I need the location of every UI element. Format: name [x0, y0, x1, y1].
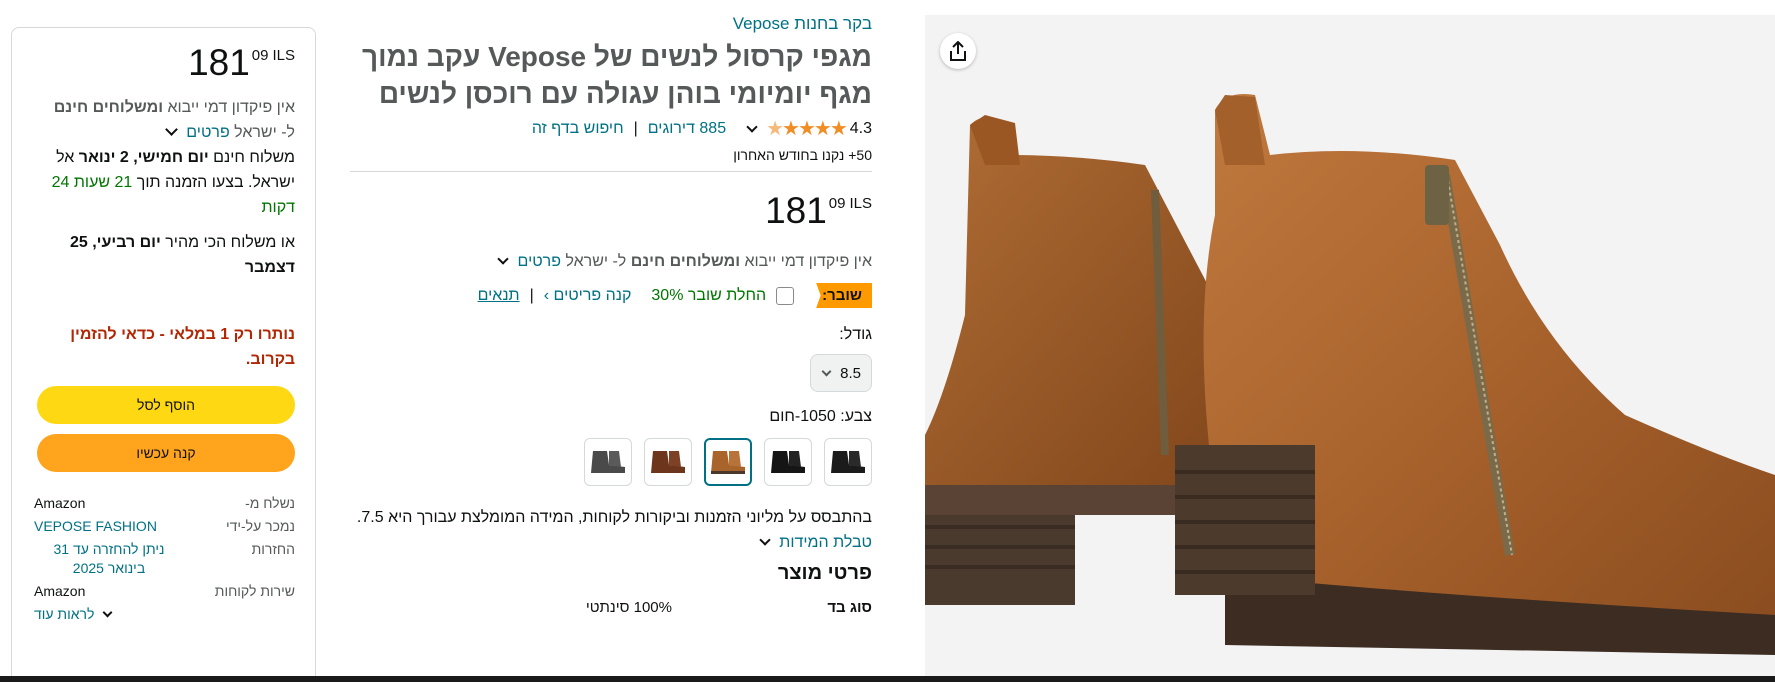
product-price: 181 09 ILS [350, 192, 872, 229]
coupon-row: שובר: החלת שובר 30% קנה פריטים › | תנאים [350, 283, 872, 308]
shipping-destination-line: ל- ישראל פרטים [34, 120, 295, 145]
product-details-title: פרטי מוצר [777, 562, 872, 584]
ratings-count-link[interactable]: 885 דירוגים [648, 120, 726, 138]
chevron-down-icon[interactable] [164, 123, 178, 136]
info-label: שירות לקוחות [214, 583, 295, 599]
price-fraction: 09 [828, 195, 846, 212]
info-row-ships-from: נשלח מ- Amazon [34, 494, 295, 513]
info-row-sold-by: נמכר על-ידי VEPOSE FASHION [34, 517, 295, 536]
info-value: Amazon [34, 583, 86, 599]
chevron-down-icon [759, 534, 771, 546]
size-value: 8.5 [840, 364, 861, 382]
color-label-row: צבע: 1050-חום [350, 408, 872, 426]
destination-text: ל- ישראל [234, 124, 295, 141]
coupon-badge: שובר: [816, 283, 872, 308]
price-fraction: 09 [251, 47, 269, 64]
info-label: נשלח מ- [245, 495, 295, 511]
bottom-bar [0, 676, 1775, 682]
buy-box: 181 09 ILS אין פיקדון דמי ייבוא ומשלוחים… [11, 27, 316, 682]
add-to-cart-button[interactable]: הוסף לסל [37, 386, 295, 424]
fastest-prefix: או משלוח הכי מהיר [165, 234, 295, 251]
price-whole: 181 [188, 42, 250, 83]
see-more-row[interactable]: לראות עוד [34, 605, 295, 624]
delivery-info: משלוח חינם יום חמישי, 2 ינואר אל ישראל. … [34, 145, 295, 220]
chevron-down-icon[interactable] [746, 121, 758, 133]
chevron-down-icon [821, 366, 832, 376]
share-button[interactable] [940, 33, 976, 69]
shipping-details-link[interactable]: פרטים [518, 253, 561, 270]
import-fees-line: אין פיקדון דמי ייבוא ומשלוחים חינם ל- יש… [350, 253, 872, 271]
divider [350, 171, 872, 172]
info-row-returns: החזרות ניתן להחזרה עד 31 בינואר 2025 [34, 540, 295, 578]
color-value: 1050-חום [769, 408, 836, 425]
coupon-text: החלת שובר 30% [651, 286, 767, 304]
share-icon [950, 41, 966, 61]
swatch-grey[interactable] [584, 438, 632, 486]
destination-text: ל- ישראל [565, 253, 627, 270]
info-label: נמכר על-ידי [225, 518, 295, 534]
size-chart-link[interactable]: טבלת המידות [779, 534, 872, 551]
info-value: Amazon [34, 495, 86, 511]
separator: | [633, 119, 638, 137]
swatch-tan-selected[interactable] [704, 438, 752, 486]
price-whole: 181 [765, 190, 827, 231]
buy-now-button[interactable]: קנה עכשיו [37, 434, 295, 472]
seller-info-table: נשלח מ- Amazon נמכר על-ידי VEPOSE FASHIO… [34, 494, 295, 624]
coupon-shop-link[interactable]: קנה פריטים › [544, 287, 632, 305]
store-link[interactable]: בקר בחנות Vepose [350, 14, 872, 34]
rating-row: 4.3 ★★★★★ 885 דירוגים | חיפוש בדף זה [350, 116, 872, 141]
delivery-prefix: משלוח חינם [213, 149, 295, 166]
chevron-down-icon [102, 607, 113, 618]
fastest-delivery: או משלוח הכי מהיר יום רביעי, 25 דצמבר [34, 230, 295, 280]
price-currency: ILS [849, 195, 872, 212]
product-image-panel[interactable] [925, 15, 1775, 682]
search-page-link[interactable]: חיפוש בדף זה [532, 120, 624, 138]
coupon-checkbox[interactable] [776, 286, 795, 305]
size-dropdown[interactable]: 8.5 [810, 354, 872, 392]
shipping-details-link[interactable]: פרטים [186, 124, 229, 141]
product-title: מגפי קרסול לנשים של Vepose עקב נמוך מגף … [361, 41, 872, 109]
swatch-black-1[interactable] [824, 438, 872, 486]
swatch-brown[interactable] [644, 438, 692, 486]
free-shipping-text: ומשלוחים חינם [53, 99, 164, 116]
spec-key: סוג בד [827, 599, 872, 616]
spec-value: 100% סינתטי [585, 599, 672, 616]
price-currency: ILS [272, 47, 295, 64]
bought-last-month: 50+ נקנו בחודש האחרון [733, 147, 872, 163]
delivery-date: יום חמישי, 2 ינואר [78, 149, 209, 166]
info-label: החזרות [251, 541, 295, 557]
separator: | [529, 286, 534, 304]
returns-link[interactable]: ניתן להחזרה עד 31 בינואר 2025 [34, 540, 184, 578]
see-more-link[interactable]: לראות עוד [34, 606, 94, 622]
import-fees-line: אין פיקדון דמי ייבוא ומשלוחים חינם [34, 95, 295, 120]
rating-value: 4.3 [849, 119, 872, 137]
star-rating-icon[interactable]: ★★★★★ [766, 116, 848, 141]
color-swatches [350, 438, 872, 486]
free-shipping-text: ומשלוחים חינם [630, 253, 741, 270]
import-fees-text: אין פיקדון דמי ייבוא [167, 99, 295, 116]
import-fees-text: אין פיקדון דמי ייבוא [744, 253, 872, 270]
coupon-terms-link[interactable]: תנאים [478, 287, 520, 305]
size-label: גודל: [839, 326, 872, 343]
spec-row: סוג בד 100% סינתטי [350, 599, 872, 616]
info-row-customer-service: שירות לקוחות Amazon [34, 582, 295, 601]
chevron-down-icon[interactable] [497, 253, 509, 265]
size-chart-toggle[interactable]: טבלת המידות [350, 534, 872, 552]
seller-link[interactable]: VEPOSE FASHION [34, 517, 184, 536]
product-detail: בקר בחנות Vepose מגפי קרסול לנשים של Vep… [350, 14, 872, 616]
buybox-price: 181 09 ILS [34, 44, 295, 81]
product-image [925, 94, 1775, 655]
color-label: צבע: [840, 408, 872, 425]
stock-warning: נותרו רק 1 במלאי - כדאי להזמין בקרוב. [70, 326, 295, 368]
swatch-black-2[interactable] [764, 438, 812, 486]
size-recommendation: בהתבסס על מליוני הזמנות וביקורות לקוחות,… [356, 509, 872, 526]
